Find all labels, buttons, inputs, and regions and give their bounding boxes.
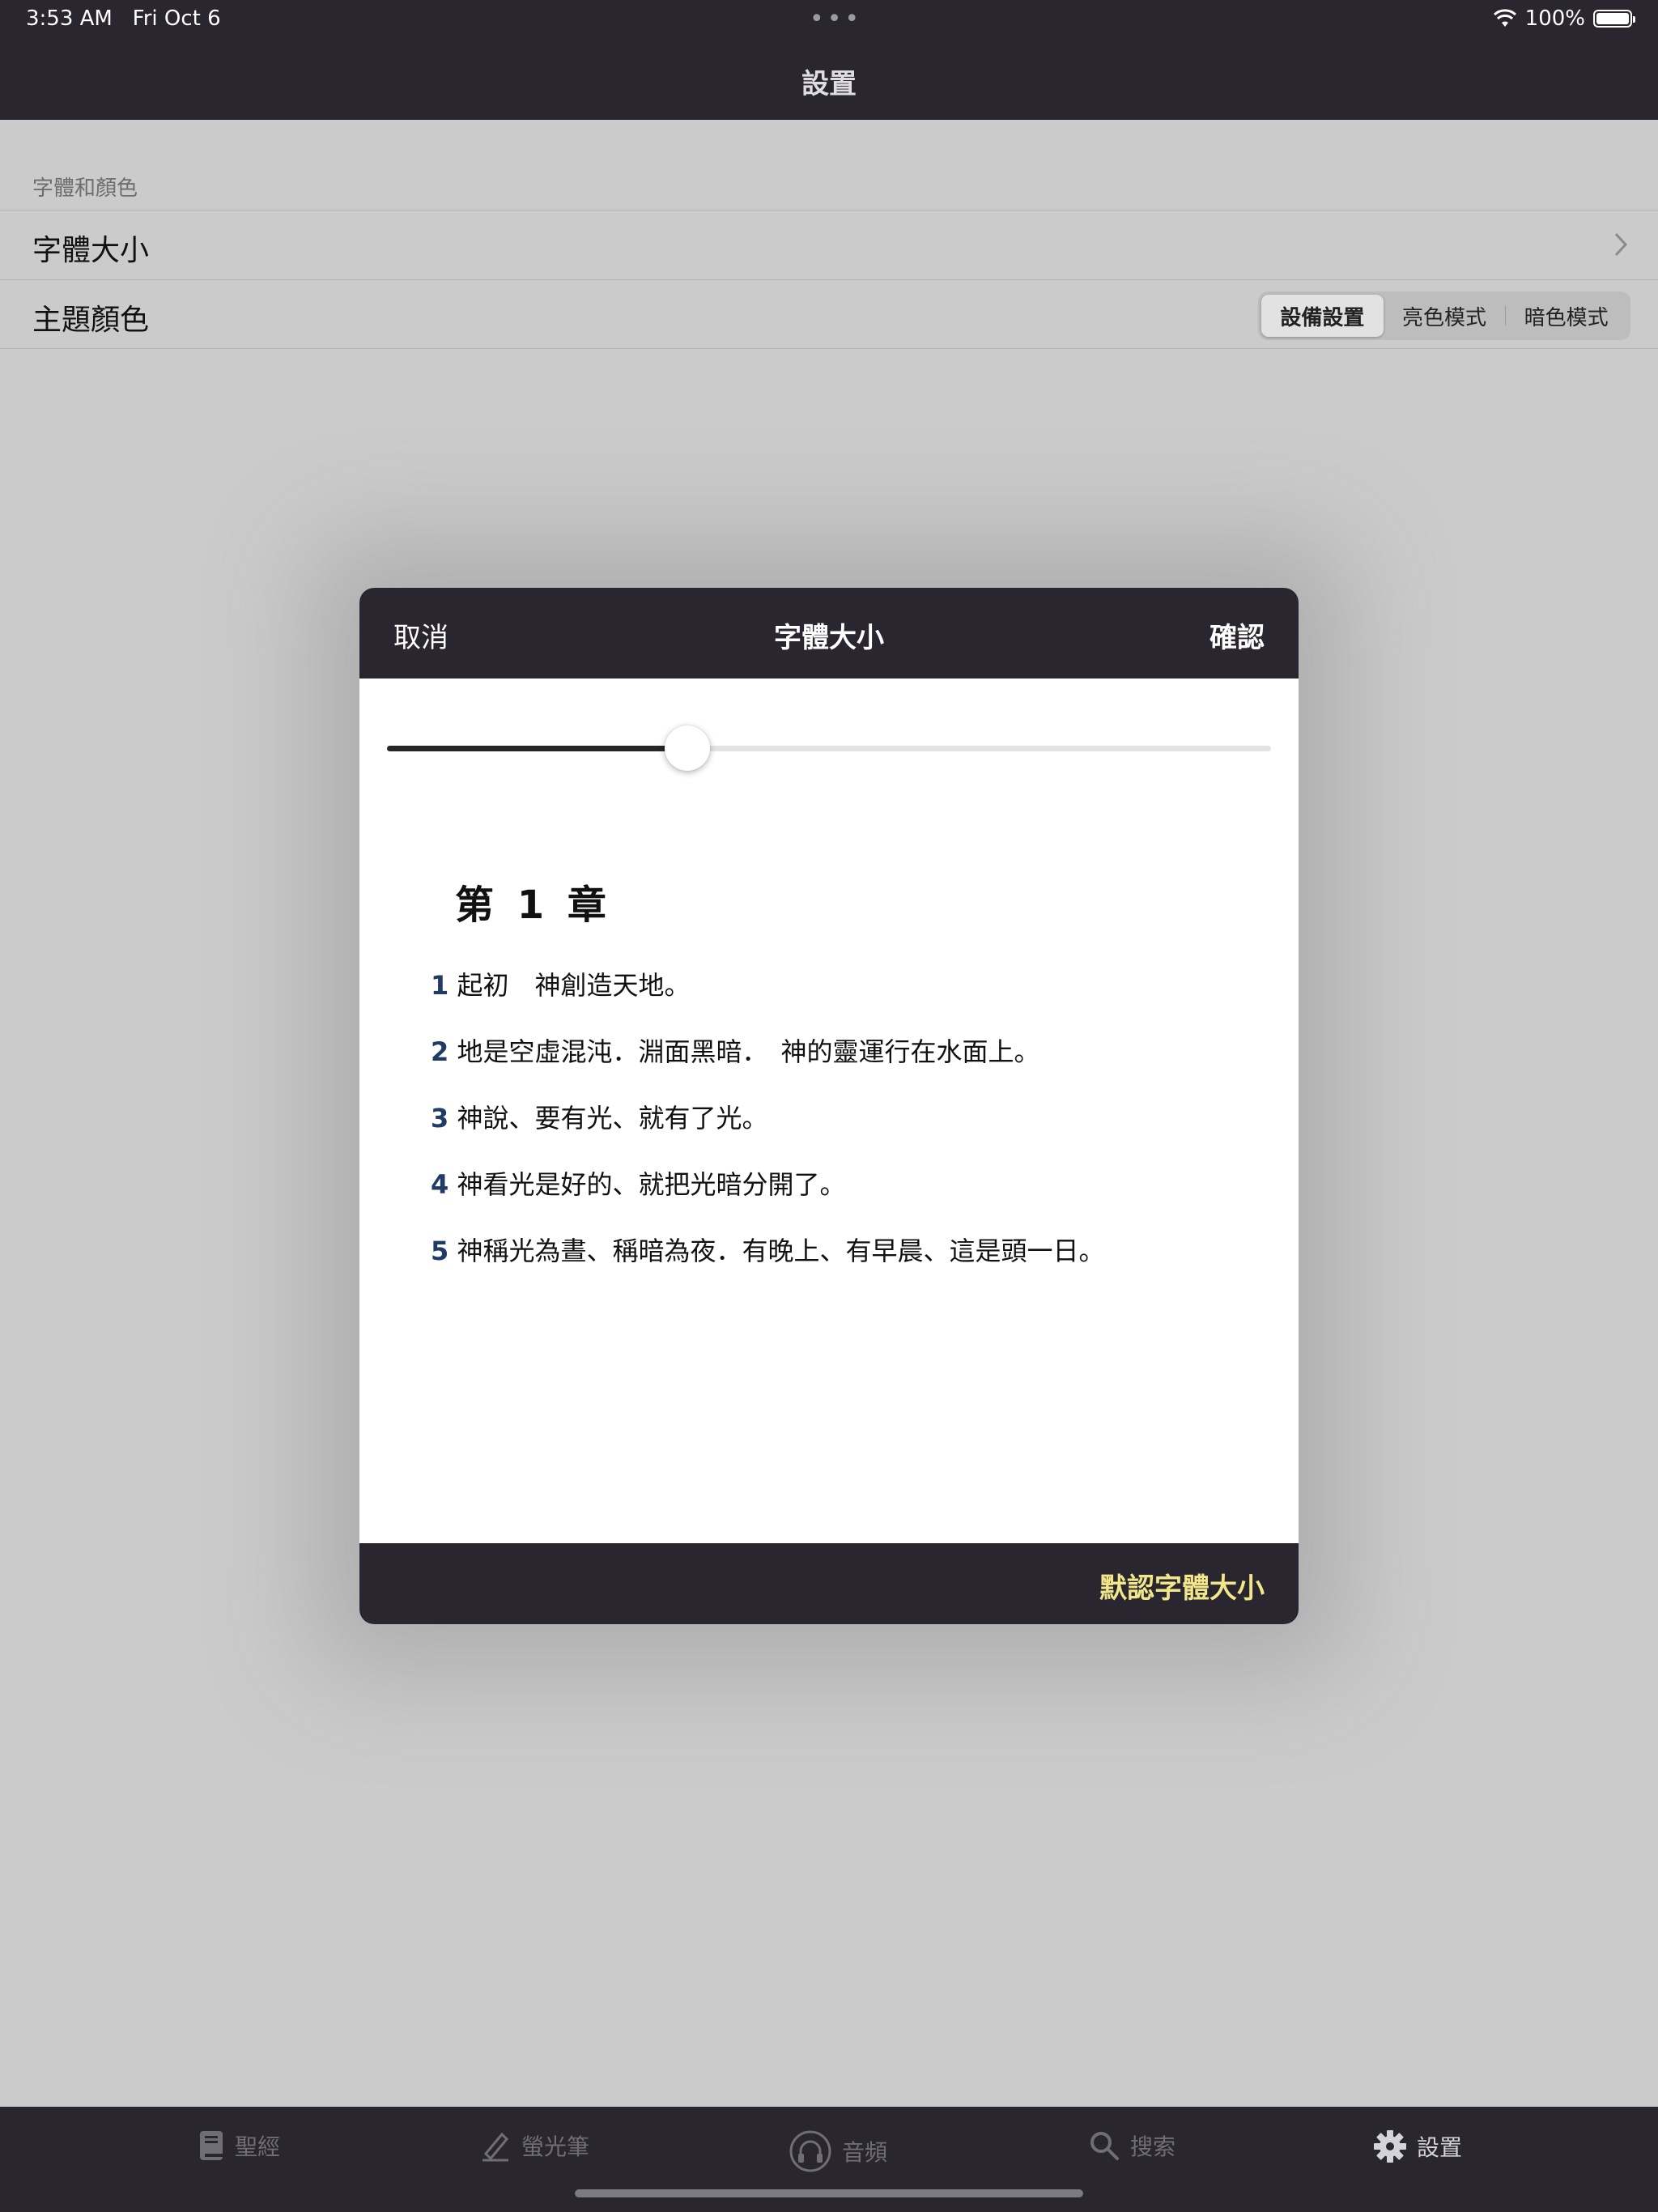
verse-number: 5 [431,1236,449,1266]
theme-label: 主題顏色 [32,304,150,337]
verse-number: 4 [431,1169,449,1200]
chapter-heading: 第 1 章 [455,883,611,928]
font-size-row[interactable]: 字體大小 [0,210,1658,279]
verse-text: 神看光是好的、就把光暗分開了。 [457,1169,846,1200]
font-size-label: 字體大小 [32,234,150,267]
verse-text: 地是空虛混沌．淵面黑暗． 神的靈運行在水面上。 [457,1036,1040,1067]
battery-icon [1593,10,1635,28]
slider-thumb[interactable] [665,725,711,771]
page-title: 設置 [801,68,857,100]
date-text: Fri Oct 6 [132,6,221,31]
tab-bar: 聖經 螢光筆 音頻 搜索 設置 [0,2107,1658,2212]
modal-header: 取消 字體大小 確認 [359,588,1299,678]
theme-row: 主題顏色 設備設置 亮色模式 暗色模式 [0,279,1658,349]
wifi-icon [1493,9,1516,27]
headphones-icon [789,2130,831,2172]
tab-label: 螢光筆 [521,2133,590,2160]
section-header: 字體和顏色 [32,177,138,201]
home-indicator [575,2189,1083,2197]
status-right: 100% [1493,6,1635,31]
verse-preview: 1 起初 神創造天地。 2 地是空虛混沌．淵面黑暗． 神的靈運行在水面上。 3 … [431,965,1273,1297]
tab-settings[interactable]: 設置 [1373,2129,1462,2163]
tab-bible[interactable]: 聖經 [198,2129,280,2162]
top-bar: 3:53 AM Fri Oct 6 ••• 100% 設置 [0,0,1658,120]
tab-label: 搜索 [1130,2133,1176,2160]
verse-line: 2 地是空虛混沌．淵面黑暗． 神的靈運行在水面上。 [431,1032,1273,1098]
tab-search[interactable]: 搜索 [1088,2129,1175,2162]
tab-label: 音頻 [842,2139,888,2166]
theme-segmented-control[interactable]: 設備設置 亮色模式 暗色模式 [1258,291,1630,340]
multitasking-dots[interactable]: ••• [810,5,862,33]
gear-icon [1374,2130,1406,2163]
default-font-size-button[interactable]: 默認字體大小 [1099,1566,1265,1606]
battery-percent: 100% [1524,6,1585,31]
verse-line: 1 起初 神創造天地。 [431,965,1273,1032]
verse-text: 神說、要有光、就有了光。 [457,1103,768,1134]
clock-text: 3:53 AM [26,6,113,31]
tab-audio[interactable]: 音頻 [789,2129,887,2173]
font-size-modal: 取消 字體大小 確認 第 1 章 1 起初 神創造天地。 2 地是空虛混沌．淵面… [359,588,1299,1624]
confirm-button[interactable]: 確認 [1209,615,1265,655]
book-icon [200,2131,223,2160]
theme-option-dark[interactable]: 暗色模式 [1505,295,1627,337]
tab-label: 聖經 [235,2133,281,2160]
verse-line: 5 神稱光為晝、稱暗為夜．有晚上、有早晨、這是頭一日。 [431,1231,1273,1297]
font-size-slider[interactable] [387,725,1271,774]
status-time: 3:53 AM Fri Oct 6 [26,6,221,31]
verse-number: 1 [431,970,449,1001]
verse-number: 2 [431,1036,449,1067]
modal-title: 字體大小 [774,622,884,654]
chevron-right-icon [1613,230,1629,266]
verse-line: 3 神說、要有光、就有了光。 [431,1098,1273,1164]
tab-label: 設置 [1417,2134,1463,2161]
theme-option-device[interactable]: 設備設置 [1261,295,1384,337]
modal-footer: 默認字體大小 [359,1543,1299,1624]
slider-fill [387,746,688,751]
search-icon [1090,2132,1119,2160]
verse-number: 3 [431,1103,449,1134]
theme-option-light[interactable]: 亮色模式 [1384,295,1506,337]
verse-line: 4 神看光是好的、就把光暗分開了。 [431,1164,1273,1231]
tab-highlighter[interactable]: 螢光筆 [479,2129,589,2162]
verse-text: 起初 神創造天地。 [457,970,691,1001]
verse-text: 神稱光為晝、稱暗為夜．有晚上、有早晨、這是頭一日。 [457,1236,1105,1266]
highlighter-icon [483,2132,509,2162]
